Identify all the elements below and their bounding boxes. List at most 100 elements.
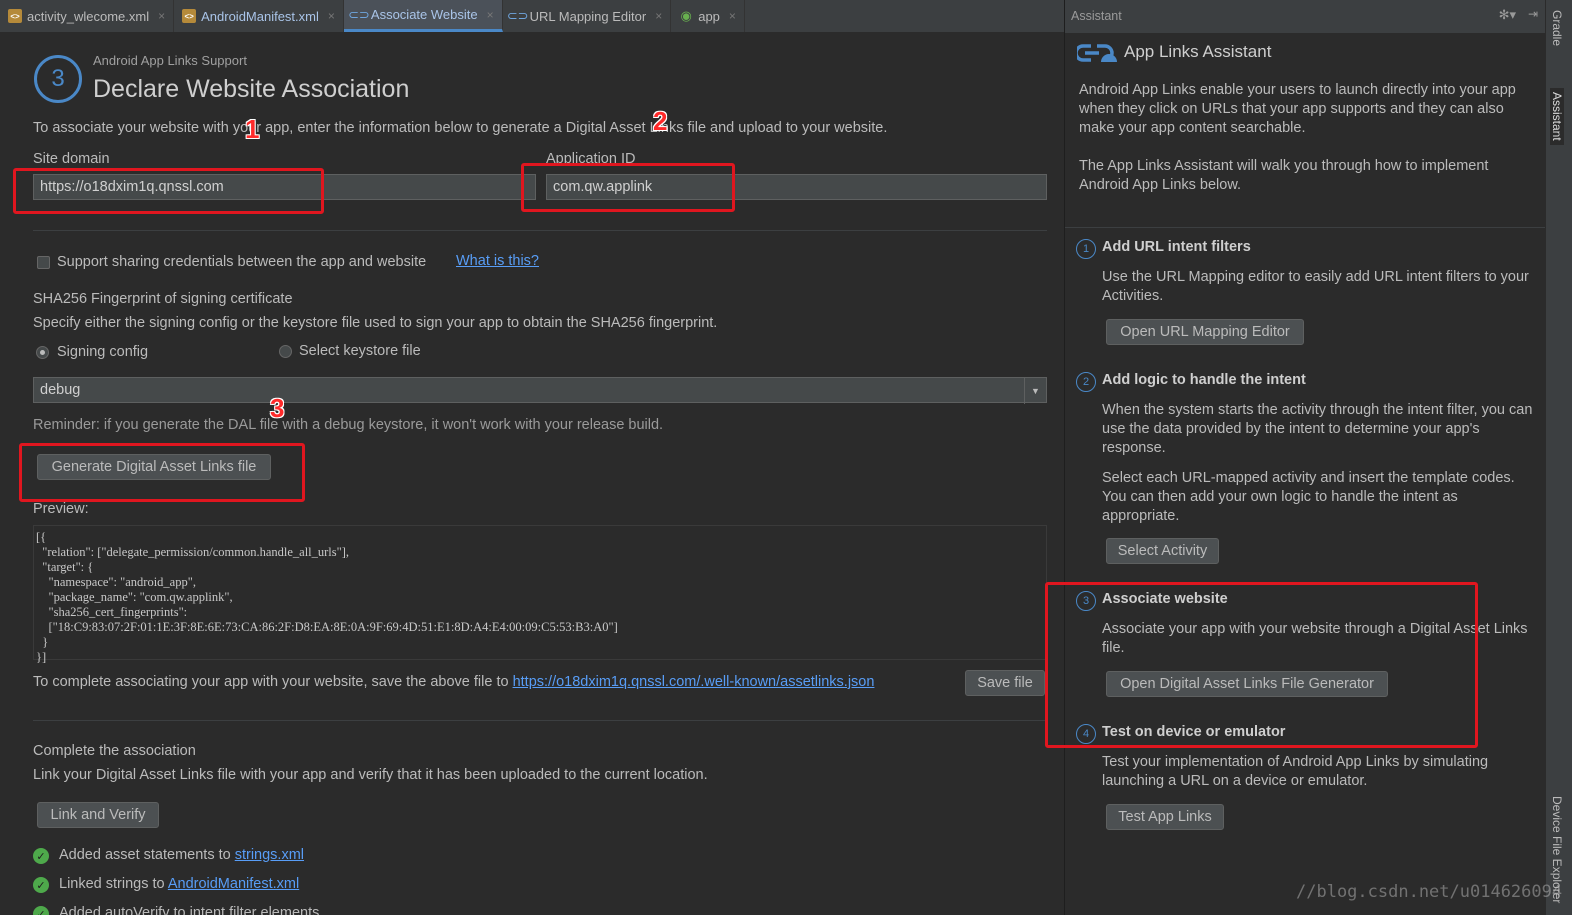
preview-line: ["18:C9:83:07:2F:01:1E:3F:8E:6E:73:CA:86…	[36, 620, 618, 634]
xml-file-icon: <>	[182, 9, 197, 23]
annotation-box	[521, 163, 735, 212]
watermark-text: //blog.csdn.net/u014626094	[1296, 882, 1563, 902]
keystore-file-radio-label: Select keystore file	[299, 343, 421, 359]
step-description: Select each URL-mapped activity and inse…	[1102, 470, 1515, 524]
assistant-tool-tab[interactable]: Assistant	[1550, 88, 1564, 145]
status-text: Added autoVerify to intent filter elemen…	[59, 905, 320, 915]
tab-label: AndroidManifest.xml	[201, 8, 319, 24]
sha-description: Specify either the signing config or the…	[33, 315, 718, 331]
assetlinks-url-link[interactable]: https://o18dxim1q.qnssl.com/.well-known/…	[513, 674, 875, 690]
step-title: Add URL intent filters	[1102, 239, 1251, 255]
tab-associate-website[interactable]: ⊂⊃ Associate Website ×	[343, 0, 503, 32]
status-text: Linked strings to	[59, 876, 165, 892]
save-file-button[interactable]: Save file	[965, 670, 1045, 696]
strings-xml-link[interactable]: strings.xml	[235, 847, 304, 863]
tab-label: activity_wlecome.xml	[27, 8, 150, 24]
page-title: Declare Website Association	[93, 75, 410, 103]
open-url-mapping-editor-button[interactable]: Open URL Mapping Editor	[1106, 319, 1304, 345]
assistant-tab-label: Assistant	[1550, 92, 1564, 141]
tab-label: app	[698, 8, 720, 24]
test-app-links-button[interactable]: Test App Links	[1106, 804, 1224, 830]
step-description: Use the URL Mapping editor to easily add…	[1102, 269, 1529, 304]
tab-android-manifest[interactable]: <> AndroidManifest.xml ×	[174, 0, 344, 32]
save-instruction-text: To complete associating your app with yo…	[33, 674, 509, 690]
preview-line: "relation": ["delegate_permission/common…	[36, 545, 350, 559]
divider	[1065, 227, 1546, 228]
intro-text: To associate your website with your app,…	[33, 120, 888, 136]
complete-title: Complete the association	[33, 743, 196, 759]
android-app-icon: ◉	[680, 8, 692, 23]
step-number-badge: 1	[1076, 239, 1096, 259]
link-and-verify-button[interactable]: Link and Verify	[37, 802, 159, 828]
android-manifest-link[interactable]: AndroidManifest.xml	[168, 876, 299, 892]
preview-code-block: [{ "relation": ["delegate_permission/com…	[33, 525, 1047, 664]
preview-label: Preview:	[33, 501, 89, 517]
annotation-number: 1	[245, 114, 260, 144]
select-activity-button[interactable]: Select Activity	[1106, 538, 1219, 564]
close-icon[interactable]: ×	[487, 8, 494, 22]
annotation-box	[1045, 582, 1478, 748]
preview-line: "namespace": "android_app",	[36, 575, 196, 589]
assistant-panel: Assistant ✻▾ ⇥ App Links Assistant Andro…	[1064, 0, 1546, 915]
close-icon[interactable]: ×	[729, 9, 736, 23]
tab-label: URL Mapping Editor	[529, 8, 647, 24]
signing-config-radio-label: Signing config	[57, 344, 149, 360]
link-icon: ⊂⊃	[348, 6, 370, 22]
app-links-logo-icon	[1077, 44, 1117, 62]
tab-activity-wlecome-xml[interactable]: <> activity_wlecome.xml ×	[0, 0, 175, 32]
step-number-badge: 3	[34, 55, 82, 103]
annotation-box	[13, 168, 324, 214]
site-domain-label: Site domain	[33, 151, 110, 167]
preview-line: "target": {	[36, 560, 94, 574]
status-text: Added asset statements to	[59, 847, 231, 863]
assistant-intro: Android App Links enable your users to l…	[1079, 82, 1516, 136]
share-credentials-label: Support sharing credentials between the …	[57, 254, 427, 270]
signing-config-select[interactable]: debug ▼	[33, 377, 1047, 404]
assistant-title: App Links Assistant	[1124, 42, 1272, 61]
complete-description: Link your Digital Asset Links file with …	[33, 767, 708, 783]
annotation-box	[19, 443, 305, 502]
success-check-icon: ✓	[33, 877, 49, 893]
tab-url-mapping-editor[interactable]: ⊂⊃ URL Mapping Editor ×	[503, 0, 672, 32]
share-credentials-checkbox[interactable]	[37, 256, 50, 269]
preview-line: }]	[36, 650, 47, 664]
divider	[33, 720, 1047, 721]
chevron-down-icon[interactable]: ▼	[1024, 378, 1046, 404]
annotation-number: 2	[653, 106, 668, 136]
divider	[33, 230, 1047, 231]
reminder-text: Reminder: if you generate the DAL file w…	[33, 417, 664, 433]
gear-icon[interactable]: ✻▾	[1499, 7, 1516, 23]
xml-file-icon: <>	[8, 9, 22, 23]
sha-title: SHA256 Fingerprint of signing certificat…	[33, 291, 293, 307]
signing-config-radio[interactable]	[36, 346, 49, 359]
tab-app[interactable]: ◉ app ×	[671, 0, 745, 32]
tool-window-strip: Gradle Assistant Device File Explorer	[1545, 0, 1572, 915]
preview-line: "sha256_cert_fingerprints":	[36, 605, 188, 619]
success-check-icon: ✓	[33, 906, 49, 915]
keystore-file-radio[interactable]	[279, 345, 292, 358]
page-subtitle: Android App Links Support	[93, 53, 247, 68]
tab-label: Associate Website	[370, 7, 478, 22]
success-check-icon: ✓	[33, 848, 49, 864]
signing-config-value: debug	[40, 382, 81, 398]
status-line: Linked strings to AndroidManifest.xml	[59, 876, 299, 892]
editor-tab-bar: <> activity_wlecome.xml × <> AndroidMani…	[0, 0, 1064, 33]
step-title: Add logic to handle the intent	[1102, 372, 1306, 388]
step-number-badge: 2	[1076, 372, 1096, 392]
assistant-header: Assistant ✻▾ ⇥	[1065, 0, 1546, 33]
annotation-number: 3	[270, 393, 285, 423]
step-description: When the system starts the activity thro…	[1102, 402, 1533, 456]
close-icon[interactable]: ×	[328, 9, 335, 23]
close-icon[interactable]: ×	[655, 9, 662, 23]
status-line: Added asset statements to strings.xml	[59, 847, 304, 863]
preview-line: }	[36, 635, 49, 649]
close-icon[interactable]: ×	[158, 9, 165, 23]
step-description: Test your implementation of Android App …	[1102, 754, 1489, 789]
what-is-this-link[interactable]: What is this?	[456, 253, 539, 269]
gradle-tool-tab[interactable]: Gradle	[1550, 10, 1564, 46]
save-instruction: To complete associating your app with yo…	[33, 674, 874, 690]
hide-panel-icon[interactable]: ⇥	[1528, 7, 1538, 21]
preview-line: "package_name": "com.qw.applink",	[36, 590, 233, 604]
link-icon: ⊂⊃	[506, 8, 529, 23]
assistant-intro: The App Links Assistant will walk you th…	[1079, 158, 1489, 193]
